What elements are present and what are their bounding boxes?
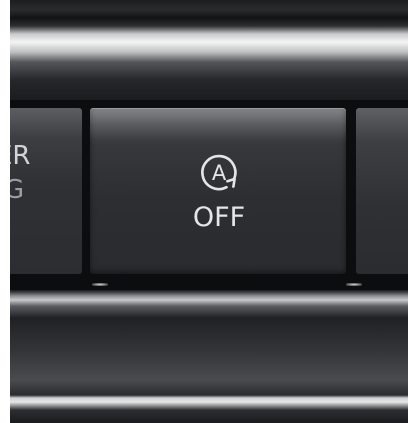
partial-right-button[interactable] (356, 108, 408, 274)
dashboard-switch-panel: ER G A OFF (0, 0, 408, 423)
auto-icon-letter: A (212, 161, 227, 185)
button-sheen (90, 108, 346, 140)
partial-left-button-label-line2: G (10, 175, 25, 205)
partial-left-button-label: ER G (10, 136, 82, 226)
partial-left-button-label-line1: ER (10, 141, 31, 171)
off-label: OFF (192, 202, 246, 233)
auto-start-stop-icon: A (201, 154, 237, 191)
edge-glint (346, 283, 362, 286)
edge-glint (92, 283, 108, 286)
